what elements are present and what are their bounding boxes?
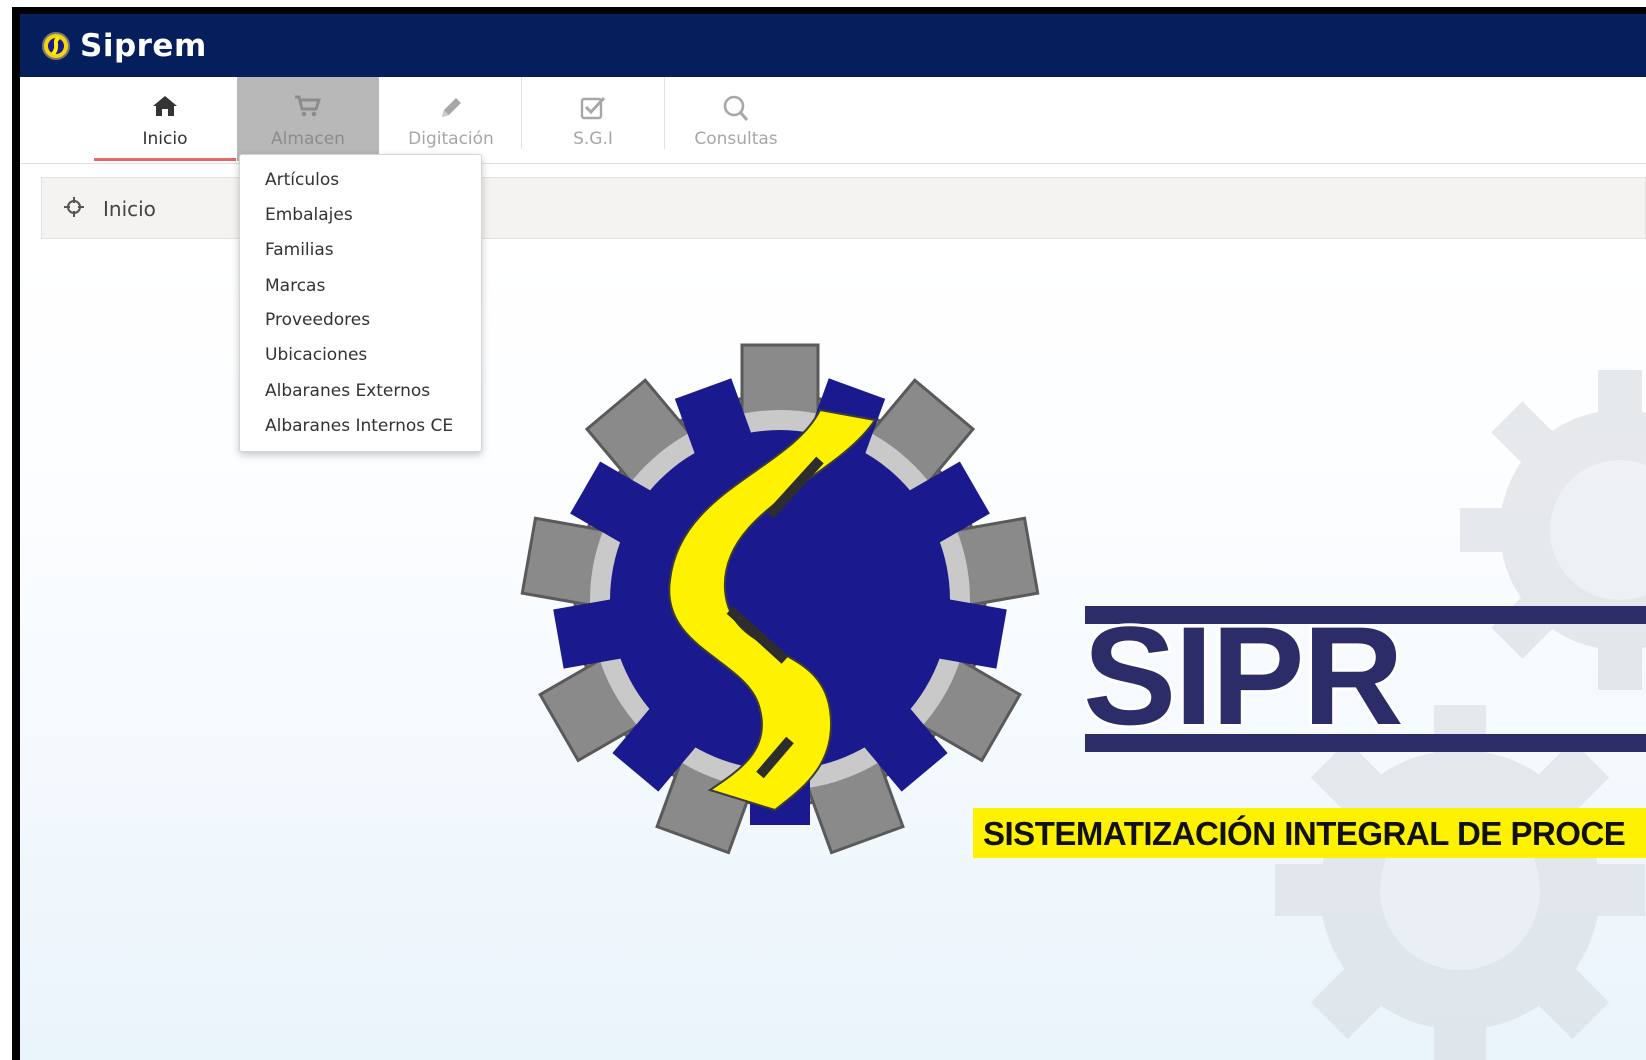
brand[interactable]: Siprem (40, 26, 207, 66)
checkbox-icon (580, 96, 606, 120)
main-nav: Inicio Almacen Digitación S.G.I Consulta… (20, 77, 1646, 164)
siprem-logo-icon (42, 32, 70, 60)
menu-item-albaranes-internos-ce[interactable]: Albaranes Internos CE (265, 416, 453, 436)
siprem-gear-logo (520, 343, 1040, 855)
search-icon (723, 95, 749, 121)
logo-tagline: SISTEMATIZACIÓN INTEGRAL DE PROCE (983, 815, 1625, 852)
crosshair-icon (64, 197, 84, 217)
menu-item-articulos[interactable]: Artículos (265, 170, 339, 190)
logo-text: SIPR (1083, 597, 1402, 754)
tab-sgi[interactable]: S.G.I (522, 77, 664, 161)
siprem-wordmark: SIPR SISTEMATIZACIÓN INTEGRAL DE PROCE (973, 594, 1646, 858)
top-bar: Siprem (20, 14, 1646, 77)
tab-consultas[interactable]: Consultas (665, 77, 807, 161)
pencil-icon (442, 98, 461, 117)
app-title: Siprem (80, 28, 207, 64)
tab-digitacion[interactable]: Digitación (380, 77, 522, 161)
home-icon (153, 96, 177, 116)
tab-sgi-label: S.G.I (573, 129, 613, 149)
tab-inicio-label: Inicio (142, 129, 188, 149)
cart-icon (295, 95, 322, 117)
menu-item-albaranes-externos[interactable]: Albaranes Externos (265, 381, 430, 401)
app-window: Siprem Inicio Almacen Digitación S.G.I C… (20, 14, 1646, 1060)
tab-almacen-label: Almacen (271, 129, 345, 149)
menu-item-familias[interactable]: Familias (265, 240, 334, 260)
almacen-dropdown-menu: Artículos Embalajes Familias Marcas Prov… (239, 154, 482, 452)
tab-digitacion-label: Digitación (408, 129, 494, 149)
breadcrumb-label: Inicio (103, 197, 156, 221)
menu-item-proveedores[interactable]: Proveedores (265, 310, 370, 330)
menu-item-ubicaciones[interactable]: Ubicaciones (265, 345, 367, 365)
tab-inicio[interactable]: Inicio (94, 77, 236, 161)
menu-item-marcas[interactable]: Marcas (265, 276, 325, 296)
tab-consultas-label: Consultas (694, 129, 778, 149)
menu-item-embalajes[interactable]: Embalajes (265, 205, 353, 225)
tab-almacen[interactable]: Almacen (237, 77, 379, 161)
